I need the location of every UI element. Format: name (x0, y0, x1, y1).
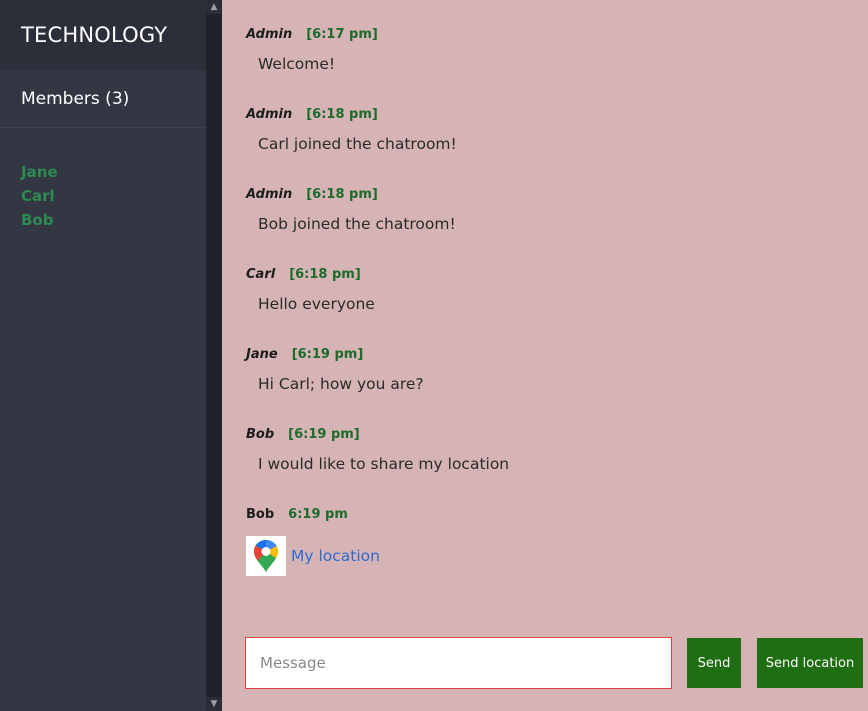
message-time: [6:19 pm] (288, 426, 360, 442)
message-item: Admin [6:18 pm] Bob joined the chatroom! (246, 182, 846, 262)
scroll-up-arrow-icon[interactable]: ▲ (206, 0, 222, 14)
message-text: Welcome! (258, 55, 336, 73)
message-author: Admin (246, 106, 293, 122)
message-item: Admin [6:17 pm] Welcome! (246, 22, 846, 102)
location-link[interactable]: My location (291, 547, 380, 565)
message-text: Carl joined the chatroom! (258, 135, 457, 153)
message-input[interactable] (245, 637, 672, 689)
message-author: Carl (246, 266, 276, 282)
sidebar: TECHNOLOGY Members (3) Jane Carl Bob (0, 0, 206, 711)
message-text: I would like to share my location (258, 455, 510, 473)
message-time: [6:18 pm] (306, 186, 378, 202)
sidebar-scrollbar[interactable] (206, 0, 222, 711)
member-item-jane: Jane (21, 163, 58, 181)
message-item: Admin [6:18 pm] Carl joined the chatroom… (246, 102, 846, 182)
message-text: Bob joined the chatroom! (258, 215, 456, 233)
message-item: Carl [6:18 pm] Hello everyone (246, 262, 846, 342)
google-maps-pin-icon (246, 536, 286, 576)
message-time: [6:18 pm] (306, 106, 378, 122)
member-list: Jane Carl Bob (0, 128, 206, 232)
message-text: Hi Carl; how you are? (258, 375, 424, 393)
message-author: Admin (246, 186, 293, 202)
message-author: Bob (246, 506, 275, 522)
message-time: 6:19 pm (288, 506, 348, 522)
room-title: TECHNOLOGY (0, 0, 206, 70)
message-time: [6:19 pm] (291, 346, 364, 362)
message-item: Bob [6:19 pm] I would like to share my l… (246, 422, 846, 502)
message-item: Jane [6:19 pm] Hi Carl; how you are? (246, 342, 846, 422)
members-heading: Members (3) (0, 70, 206, 128)
chat-main: Admin [6:17 pm] Welcome! Admin [6:18 pm]… (222, 0, 868, 711)
send-button[interactable]: Send (687, 638, 741, 688)
message-author: Bob (246, 426, 275, 442)
message-text: Hello everyone (258, 295, 375, 313)
message-time: [6:18 pm] (289, 266, 361, 282)
location-message: Bob 6:19 pm My location (246, 502, 846, 576)
message-author: Jane (246, 346, 278, 362)
message-list: Admin [6:17 pm] Welcome! Admin [6:18 pm]… (246, 22, 846, 576)
send-location-button[interactable]: Send location (757, 638, 863, 688)
member-item-bob: Bob (21, 211, 54, 229)
message-composer: Send Send location (245, 637, 863, 689)
message-author: Admin (246, 26, 293, 42)
message-time: [6:17 pm] (306, 26, 378, 42)
member-item-carl: Carl (21, 187, 55, 205)
scroll-down-arrow-icon[interactable]: ▼ (206, 697, 222, 711)
